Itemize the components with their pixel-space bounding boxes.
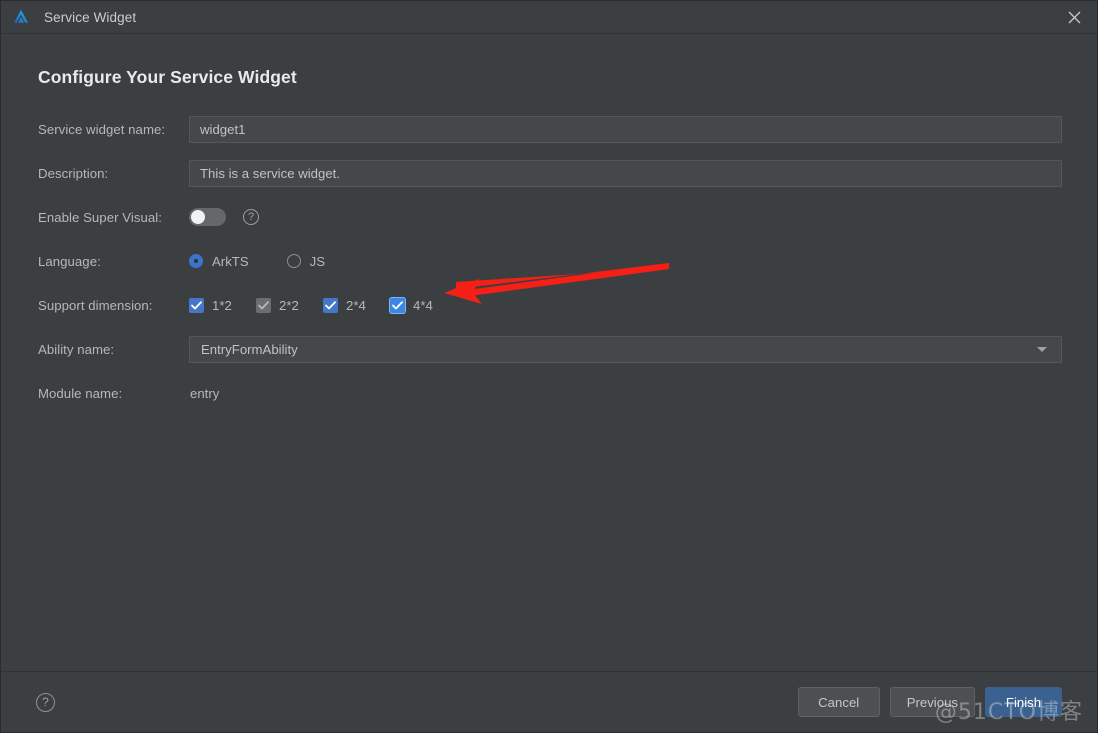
super-visual-help-icon[interactable]: ? bbox=[243, 209, 259, 225]
checkbox-checked-icon bbox=[323, 297, 338, 313]
module-name-value: entry bbox=[190, 385, 220, 401]
label-support-dimension: Support dimension: bbox=[38, 297, 153, 313]
footer-button-group: Cancel Previous Finish bbox=[797, 687, 1062, 717]
radio-selected-icon bbox=[189, 254, 203, 268]
checkbox-checked-disabled-icon bbox=[256, 297, 271, 313]
label-module-name: Module name: bbox=[38, 385, 123, 401]
close-icon bbox=[1068, 11, 1080, 24]
checkbox-dimension-1x2-label: 1*2 bbox=[212, 297, 232, 313]
finish-button[interactable]: Finish bbox=[985, 687, 1062, 717]
checkbox-dimension-2x4-label: 2*4 bbox=[346, 297, 366, 313]
radio-unselected-icon bbox=[286, 254, 301, 268]
window-titlebar: Service Widget bbox=[1, 1, 1097, 34]
enable-super-visual-toggle[interactable] bbox=[189, 208, 226, 226]
ability-name-dropdown[interactable]: EntryFormAbility bbox=[189, 335, 1062, 363]
checkbox-dimension-2x2: 2*2 bbox=[256, 297, 301, 313]
row-language: Language: ArkTS JS bbox=[38, 246, 1060, 276]
radio-language-js-label: JS bbox=[309, 253, 326, 269]
checkbox-checked-icon bbox=[189, 297, 204, 313]
service-widget-dialog: Service Widget Configure Your Service Wi… bbox=[0, 0, 1098, 733]
close-button[interactable] bbox=[1051, 1, 1097, 34]
footer-help-icon[interactable]: ? bbox=[36, 693, 55, 712]
row-description: Description: bbox=[38, 158, 1062, 188]
label-enable-super-visual: Enable Super Visual: bbox=[38, 209, 162, 225]
radio-language-js[interactable]: JS bbox=[286, 253, 326, 269]
service-widget-name-input[interactable] bbox=[189, 115, 1062, 143]
dialog-content: Configure Your Service Widget Service wi… bbox=[1, 35, 1097, 671]
label-service-widget-name: Service widget name: bbox=[38, 121, 166, 137]
dialog-footer: ? Cancel Previous Finish bbox=[1, 671, 1097, 732]
checkbox-dimension-2x4[interactable]: 2*4 bbox=[323, 297, 368, 313]
label-ability-name: Ability name: bbox=[38, 341, 115, 357]
radio-language-arkts-label: ArkTS bbox=[212, 253, 249, 269]
ability-name-value: EntryFormAbility bbox=[201, 341, 298, 357]
description-input[interactable] bbox=[189, 159, 1062, 187]
row-module-name: Module name: entry bbox=[38, 378, 1060, 408]
window-title: Service Widget bbox=[44, 9, 137, 25]
row-service-widget-name: Service widget name: bbox=[38, 114, 1062, 144]
label-language: Language: bbox=[38, 253, 101, 269]
row-support-dimension: Support dimension: 1*2 2*2 2*4 4*4 bbox=[38, 290, 1060, 320]
checkbox-dimension-2x2-label: 2*2 bbox=[279, 297, 299, 313]
deveco-logo-icon bbox=[13, 9, 29, 23]
label-description: Description: bbox=[38, 165, 109, 181]
chevron-down-icon bbox=[1037, 347, 1047, 352]
row-ability-name: Ability name: EntryFormAbility bbox=[38, 334, 1062, 364]
toggle-knob bbox=[191, 210, 205, 224]
checkbox-dimension-1x2[interactable]: 1*2 bbox=[189, 297, 234, 313]
checkbox-dimension-4x4[interactable]: 4*4 bbox=[390, 297, 435, 313]
checkbox-dimension-4x4-label: 4*4 bbox=[413, 297, 433, 313]
checkbox-checked-focused-icon bbox=[390, 297, 405, 313]
radio-language-arkts[interactable]: ArkTS bbox=[189, 254, 249, 269]
previous-button[interactable]: Previous bbox=[889, 687, 975, 717]
page-title: Configure Your Service Widget bbox=[38, 67, 297, 87]
row-enable-super-visual: Enable Super Visual: ? bbox=[38, 202, 1060, 232]
cancel-button[interactable]: Cancel bbox=[797, 687, 880, 717]
